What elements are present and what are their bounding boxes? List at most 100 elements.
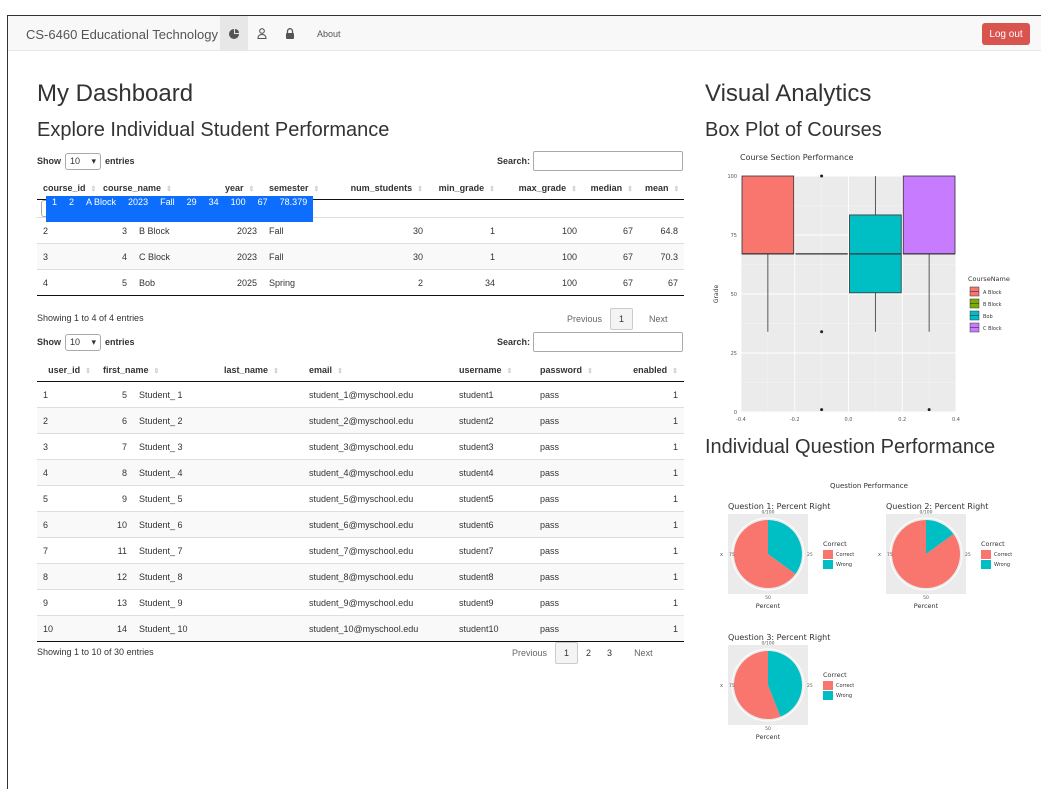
search-input[interactable] <box>533 332 684 352</box>
column-header[interactable]: num_students ⇕ <box>335 176 429 200</box>
cell: 100 <box>501 269 583 296</box>
cell: 1 <box>46 195 64 222</box>
users-length-control: Show 10 ▾ entries <box>37 332 135 352</box>
show-label: Show <box>37 337 61 347</box>
column-header[interactable]: max_grade ⇕ <box>501 176 583 200</box>
table-row[interactable]: 5 9 Student_ 5 student_5@myschool.edu studen… <box>37 485 684 512</box>
cell: 12 <box>97 563 133 590</box>
cell <box>218 407 303 434</box>
boxplot-chart: Course Section Performance 0 25 50 75 100 -0.4… <box>713 153 1010 423</box>
column-header[interactable]: first_name ⇕ <box>97 358 218 382</box>
page-button[interactable]: 3 <box>599 642 620 664</box>
boxplot-heading: Box Plot of Courses <box>705 119 882 141</box>
users-table-body: 1 5 Student_ 1 student_1@myschool.edu studen… <box>37 381 684 642</box>
outlier-point <box>820 408 824 412</box>
nav-dashboard[interactable] <box>220 16 248 51</box>
cell: 67 <box>639 269 684 296</box>
cell <box>218 511 303 538</box>
table-row[interactable]: 3 7 Student_ 3 student_3@myschool.edu studen… <box>37 433 684 460</box>
sort-icon: ⇕ <box>85 367 91 375</box>
sort-icon: ⇕ <box>571 185 577 193</box>
x-tick-label: -0.2 <box>790 417 800 423</box>
legend-label: Correct <box>836 552 854 558</box>
column-header[interactable]: enabled ⇕ <box>594 358 684 382</box>
cell: 34 <box>202 195 225 222</box>
cell: 11 <box>97 537 133 564</box>
cell: student_8@myschool.edu <box>303 563 453 590</box>
pie-y-axis-label: x <box>720 552 723 558</box>
cell: 100 <box>501 243 583 270</box>
nav-lock[interactable] <box>276 16 304 51</box>
legend-label: B Block <box>983 302 1002 308</box>
cell: 14 <box>97 615 133 642</box>
sort-icon: ⇕ <box>248 185 255 193</box>
outlier-point <box>927 408 931 412</box>
cell: 8 <box>97 459 133 486</box>
cell: student1 <box>453 381 534 408</box>
cell: Bob <box>133 269 219 296</box>
column-header[interactable]: email ⇕ <box>303 358 453 382</box>
table-row[interactable]: 10 14 Student_ 10 student_10@myschool.edu st… <box>37 615 684 642</box>
y-axis-label: Grade <box>713 285 720 304</box>
table-row[interactable]: 9 13 Student_ 9 student_9@myschool.edu stude… <box>37 589 684 616</box>
cell: 100 <box>501 217 583 244</box>
table-row[interactable]: 4 8 Student_ 4 student_4@myschool.edu studen… <box>37 459 684 486</box>
previous-button[interactable]: Previous <box>559 308 610 330</box>
legend-title: CourseName <box>968 275 1010 283</box>
table-row[interactable]: 3 4 C Block 2023 Fall 30 1 100 67 70.3 <box>37 243 684 270</box>
cell: 10 <box>37 615 97 642</box>
pie-tick-label: 0/100 <box>762 510 775 516</box>
logout-button[interactable]: Log out <box>982 23 1030 45</box>
cell: 6 <box>97 407 133 434</box>
cell: 6 <box>37 511 97 538</box>
next-button[interactable]: Next <box>641 308 676 330</box>
nav-about[interactable]: About <box>317 29 341 39</box>
table-row[interactable]: 6 10 Student_ 6 student_6@myschool.edu stude… <box>37 511 684 538</box>
page-button[interactable]: 1 <box>610 308 634 330</box>
cell: student_9@myschool.edu <box>303 589 453 616</box>
cell: 5 <box>37 485 97 512</box>
cell: 67 <box>583 269 639 296</box>
pie-tick-label: 25 <box>807 552 813 558</box>
users-pagination: Previous 1 2 3 Next <box>504 642 661 664</box>
cell: 2023 <box>219 243 263 270</box>
nav-icons <box>220 16 304 51</box>
table-row[interactable]: 4 5 Bob 2025 Spring 2 34 100 67 67 <box>37 269 684 296</box>
column-header[interactable]: password ⇕ <box>534 358 594 382</box>
section-title: Explore Individual Student Performance <box>37 119 390 141</box>
previous-button[interactable]: Previous <box>504 642 555 664</box>
cell: 4 <box>97 243 133 270</box>
cell: 64.8 <box>639 217 684 244</box>
next-button[interactable]: Next <box>626 642 661 664</box>
nav-user[interactable] <box>248 16 276 51</box>
cell: 4 <box>37 269 97 296</box>
brand[interactable]: CS-6460 Educational Technology <box>26 27 218 42</box>
table-row[interactable]: 8 12 Student_ 8 student_8@myschool.edu stude… <box>37 563 684 590</box>
page-button[interactable]: 2 <box>578 642 599 664</box>
cell: student_7@myschool.edu <box>303 537 453 564</box>
column-header[interactable]: last_name ⇕ <box>218 358 303 382</box>
sort-icon: ⇕ <box>273 367 279 375</box>
courses-search: Search: <box>497 150 684 172</box>
page-button[interactable]: 1 <box>555 642 579 664</box>
table-row[interactable]: 2 6 Student_ 2 student_2@myschool.edu studen… <box>37 407 684 434</box>
cell: 1 <box>594 615 684 642</box>
column-header[interactable]: min_grade ⇕ <box>429 176 501 200</box>
cell: 1 <box>594 511 684 538</box>
column-header[interactable]: username ⇕ <box>453 358 534 382</box>
column-header[interactable]: user_id ⇕ <box>37 358 97 382</box>
table-row[interactable]: 1 2 A Block 2023 Fall 29 34 100 67 78.37… <box>41 195 314 222</box>
cell: pass <box>534 589 594 616</box>
column-header[interactable]: mean ⇕ <box>639 176 684 200</box>
table-row[interactable]: 1 5 Student_ 1 student_1@myschool.edu studen… <box>37 381 684 408</box>
entries-select[interactable]: 10 ▾ <box>65 333 101 351</box>
table-row[interactable]: 7 11 Student_ 7 student_7@myschool.edu stude… <box>37 537 684 564</box>
cell: Student_ 5 <box>133 485 218 512</box>
cell: pass <box>534 485 594 512</box>
legend-swatch <box>981 550 991 559</box>
cell: pass <box>534 433 594 460</box>
column-header[interactable]: median ⇕ <box>583 176 639 200</box>
cell: 4 <box>37 459 97 486</box>
entries-select[interactable]: 10 ▾ <box>65 152 101 170</box>
search-input[interactable] <box>533 151 684 171</box>
